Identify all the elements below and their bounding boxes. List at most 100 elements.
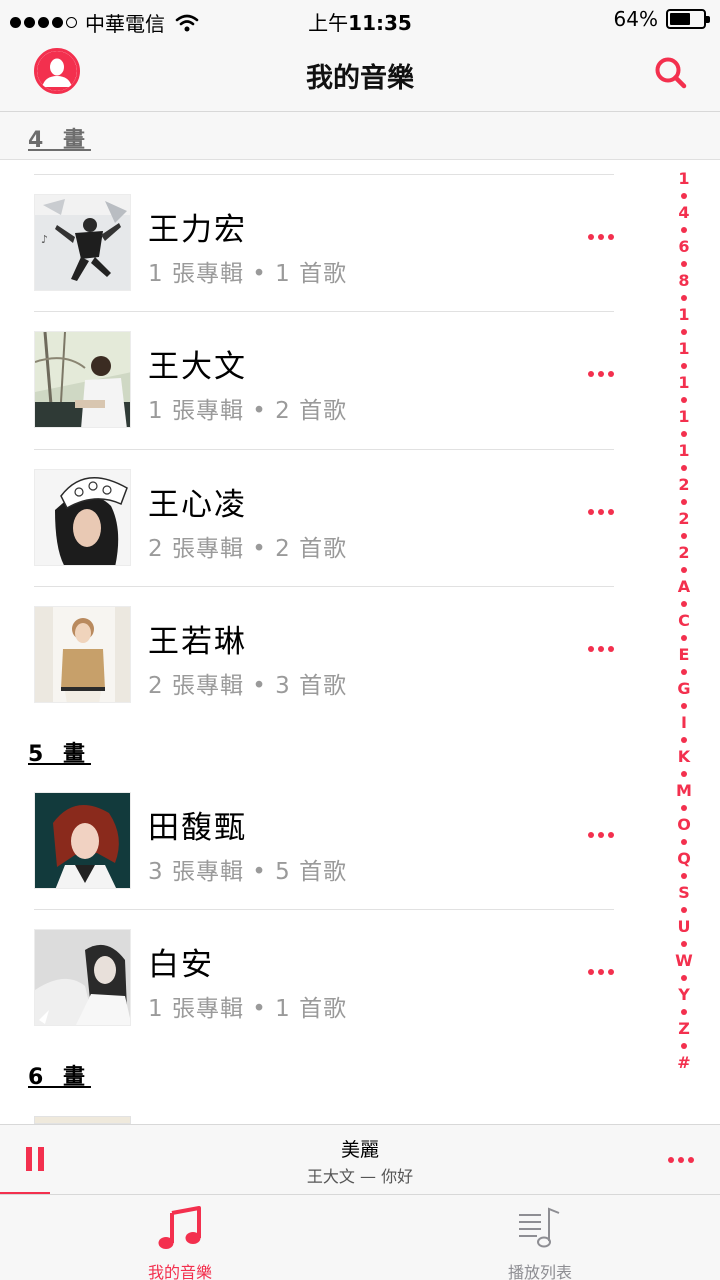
index-letter[interactable]: K [678,748,690,765]
more-options-button[interactable] [588,507,614,517]
index-separator-dot [681,328,687,335]
tab-bar: 我的音樂 播放列表 [0,1194,720,1280]
index-separator-dot [681,838,687,845]
section-header-6: 6 畫 [28,1065,91,1090]
artist-thumbnail [34,469,131,566]
page-title: 我的音樂 [306,63,414,94]
artist-thumbnail-partial [34,1116,131,1124]
index-letter[interactable]: 2 [678,510,689,527]
index-letter[interactable]: M [676,782,692,799]
artist-subtitle: 2 張專輯 • 3 首歌 [148,673,348,699]
tab-my-music[interactable]: 我的音樂 [80,1195,280,1280]
index-letter[interactable]: 1 [678,374,689,391]
index-letter[interactable]: Z [678,1020,690,1037]
index-separator-dot [681,566,687,573]
artist-thumbnail [34,792,131,889]
artist-subtitle: 1 張專輯 • 1 首歌 [148,996,348,1022]
clock: 上午11:35 [0,7,720,36]
index-separator-dot [681,226,687,233]
artist-name: 田馥甄 [148,810,247,846]
index-separator-dot [681,498,687,505]
alphabet-index-bar[interactable]: 1 4 6 8 1 1 1 1 1 2 2 2 A C E G I K M O Q S U W Y Z # [666,170,702,1071]
index-letter[interactable]: G [677,680,690,697]
index-letter[interactable]: 8 [678,272,689,289]
more-options-button[interactable] [588,644,614,654]
search-button[interactable] [652,54,690,92]
index-letter[interactable]: Y [678,986,690,1003]
playlist-icon [519,1207,560,1248]
index-letter[interactable]: 1 [678,408,689,425]
index-letter[interactable]: U [678,918,691,935]
artist-row[interactable]: 王大文 1 張專輯 • 2 首歌 [34,311,614,448]
index-letter[interactable]: 1 [678,340,689,357]
navigation-bar: 我的音樂 [0,38,720,112]
index-letter[interactable]: A [678,578,690,595]
artist-row[interactable]: 王若琳 2 張專輯 • 3 首歌 [34,586,614,723]
artist-thumbnail [34,331,131,428]
index-separator-dot [681,872,687,879]
index-separator-dot [681,940,687,947]
index-letter[interactable]: O [677,816,691,833]
index-separator-dot [681,396,687,403]
index-letter[interactable]: C [678,612,690,629]
index-separator-dot [681,532,687,539]
index-separator-dot [681,770,687,777]
index-separator-dot [681,668,687,675]
artist-name: 王力宏 [148,212,247,248]
index-letter[interactable]: S [678,884,690,901]
artist-name: 王心凌 [148,487,247,523]
artist-name: 王大文 [148,349,247,385]
index-letter[interactable]: 2 [678,476,689,493]
index-letter[interactable]: I [681,714,687,731]
artist-subtitle: 1 張專輯 • 1 首歌 [148,261,348,287]
artist-row[interactable]: 白安 1 張專輯 • 1 首歌 [34,909,614,1046]
artist-name: 白安 [148,947,214,983]
artist-thumbnail [34,606,131,703]
index-separator-dot [681,804,687,811]
tab-my-music-label: 我的音樂 [147,1263,212,1280]
more-options-button[interactable] [588,830,614,840]
index-separator-dot [681,906,687,913]
index-letter[interactable]: # [677,1054,690,1071]
artist-row[interactable]: 田馥甄 3 張專輯 • 5 首歌 [34,772,614,909]
more-options-button[interactable] [588,232,614,242]
index-letter[interactable]: 4 [678,204,689,221]
clock-prefix: 上午 [308,11,349,35]
index-separator-dot [681,736,687,743]
index-separator-dot [681,1042,687,1049]
battery-icon [666,9,710,29]
artist-thumbnail [34,929,131,1026]
index-letter[interactable]: W [675,952,693,969]
artist-row[interactable]: 王心凌 2 張專輯 • 2 首歌 [34,449,614,586]
index-letter[interactable]: E [679,646,690,663]
artist-subtitle: 2 張專輯 • 2 首歌 [148,536,348,562]
index-letter[interactable]: 1 [678,170,689,187]
now-playing-title: 美麗 [340,1139,379,1161]
music-note-icon [158,1206,201,1249]
artist-subtitle: 1 張專輯 • 2 首歌 [148,398,348,424]
index-separator-dot [681,634,687,641]
now-playing-more-button[interactable] [668,1157,694,1165]
artist-subtitle: 3 張專輯 • 5 首歌 [148,859,348,885]
more-options-button[interactable] [588,967,614,977]
clock-time: 11:35 [348,11,412,35]
section-header-4: 4 畫 [0,112,720,160]
index-separator-dot [681,974,687,981]
battery-area: 64% [613,7,710,31]
index-separator-dot [681,260,687,267]
index-letter[interactable]: 1 [678,442,689,459]
svg-text:♪: ♪ [41,233,48,246]
index-letter[interactable]: Q [677,850,691,867]
index-letter[interactable]: 6 [678,238,689,255]
artist-name: 王若琳 [148,624,247,660]
more-options-button[interactable] [588,369,614,379]
battery-percent: 64% [613,7,658,31]
index-letter[interactable]: 2 [678,544,689,561]
status-bar: 中華電信 上午11:35 64% [0,0,720,38]
index-letter[interactable]: 1 [678,306,689,323]
artist-row[interactable]: ♪ 王力宏 1 張專輯 • 1 首歌 [34,174,614,311]
index-separator-dot [681,1008,687,1015]
tab-playlists[interactable]: 播放列表 [440,1195,640,1280]
mini-player[interactable]: 美麗 王大文 — 你好 [0,1124,720,1194]
index-separator-dot [681,702,687,709]
